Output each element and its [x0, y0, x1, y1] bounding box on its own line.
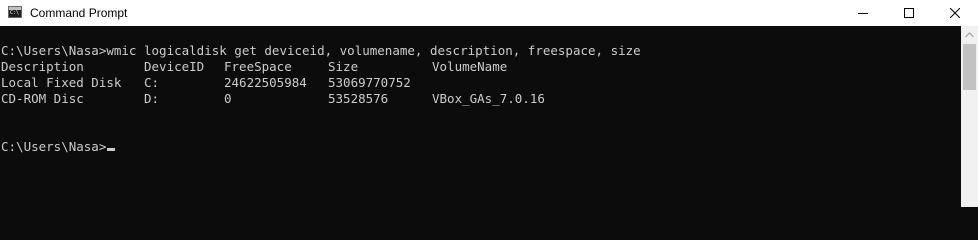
minimize-button[interactable]: [840, 0, 886, 26]
cmd-app-icon: C:\: [8, 6, 22, 18]
cell-freespace: 24622505984: [224, 75, 307, 90]
cell-description: Local Fixed Disk: [1, 75, 122, 90]
cell-deviceid: C:: [144, 75, 160, 90]
maximize-button[interactable]: [886, 0, 932, 26]
table-row: Local Fixed Disk C: 24622505984 53069770…: [1, 75, 901, 91]
header-volumename: VolumeName: [432, 59, 508, 74]
scroll-up-button[interactable]: [961, 26, 978, 43]
cell-size: 53528576: [328, 91, 389, 106]
prompt-text: C:\Users\Nasa>: [1, 139, 107, 154]
header-freespace: FreeSpace: [224, 59, 292, 74]
minimize-icon: [858, 13, 868, 14]
cell-freespace: 0: [224, 91, 232, 106]
header-size: Size: [328, 59, 359, 74]
table-row: CD-ROM Disc D: 0 53528576 VBox_GAs_7.0.1…: [1, 91, 901, 107]
cell-volumename: VBox_GAs_7.0.16: [432, 91, 545, 106]
table-header-row: Description DeviceID FreeSpace Size Volu…: [1, 59, 901, 75]
text-cursor: [107, 148, 116, 151]
scroll-up-arrow-icon: [965, 31, 974, 37]
close-icon: [950, 8, 960, 18]
scrollbar-thumb[interactable]: [963, 44, 976, 90]
console-output[interactable]: C:\Users\Nasa>wmic logicaldisk get devic…: [0, 26, 961, 207]
prompt-line[interactable]: C:\Users\Nasa>: [1, 139, 116, 155]
cell-size: 53069770752: [328, 75, 411, 90]
window-title: Command Prompt: [30, 6, 128, 20]
cell-description: CD-ROM Disc: [1, 91, 84, 106]
icon-text: C:\: [10, 10, 20, 16]
header-description: Description: [1, 59, 84, 74]
title-bar[interactable]: C:\ Command Prompt: [0, 0, 978, 26]
maximize-icon: [904, 8, 914, 18]
vertical-scrollbar[interactable]: [961, 26, 978, 207]
header-deviceid: DeviceID: [144, 59, 205, 74]
command-line: C:\Users\Nasa>wmic logicaldisk get devic…: [1, 43, 641, 58]
cell-deviceid: D:: [144, 91, 160, 106]
close-button[interactable]: [932, 0, 978, 26]
command-prompt-window: C:\ Command Prompt C:\Users\Nasa>wmic lo…: [0, 0, 978, 207]
